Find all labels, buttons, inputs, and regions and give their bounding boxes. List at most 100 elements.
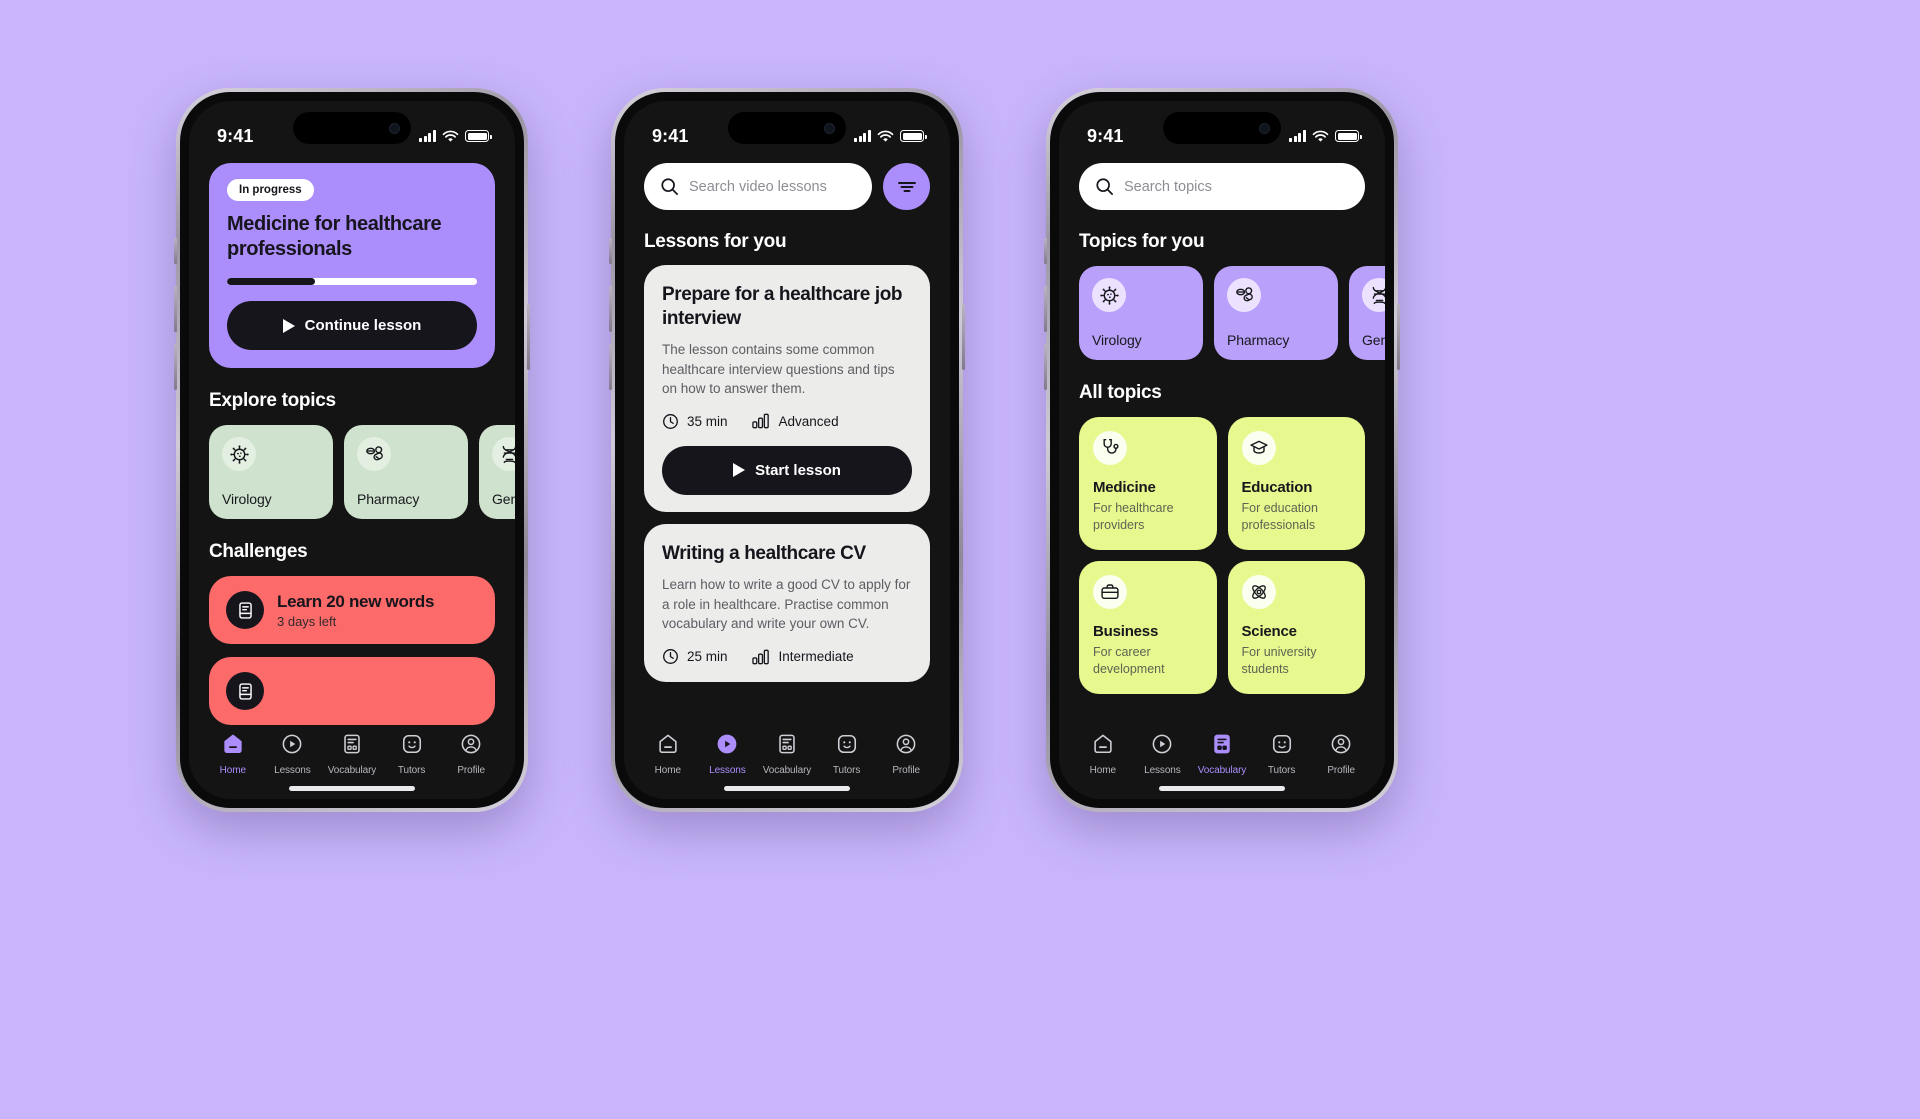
tab-label: Vocabulary bbox=[762, 765, 812, 776]
tab-label: Tutors bbox=[832, 765, 861, 776]
topics-carousel[interactable]: Virology Pharmacy Genetics bbox=[209, 425, 515, 520]
topic-chip-genetics[interactable]: Genetics bbox=[1349, 266, 1385, 360]
continue-lesson-button[interactable]: Continue lesson bbox=[227, 301, 477, 351]
tab-vocabulary[interactable]: Vocabulary bbox=[1192, 733, 1252, 776]
battery-icon bbox=[900, 130, 927, 142]
tab-vocabulary[interactable]: Vocabulary bbox=[322, 733, 382, 776]
home-indicator bbox=[1159, 786, 1285, 791]
clock-icon bbox=[663, 649, 678, 664]
phone-mockup-lessons: 9:41 Search video lessons Lessons for yo… bbox=[609, 88, 965, 812]
topic-card-business[interactable]: Business For career development bbox=[1079, 560, 1217, 694]
tab-label: Tutors bbox=[1267, 765, 1296, 776]
lesson-card[interactable]: Prepare for a healthcare job interview T… bbox=[644, 265, 930, 512]
home-content: In progress Medicine for healthcare prof… bbox=[189, 163, 515, 799]
topic-chip-pharmacy[interactable]: Pharmacy bbox=[1214, 266, 1338, 360]
topic-chip-pharmacy[interactable]: Pharmacy bbox=[344, 425, 468, 520]
topic-card-title: Business bbox=[1093, 622, 1159, 640]
topic-label: Pharmacy bbox=[1227, 332, 1290, 348]
tab-profile[interactable]: Profile bbox=[876, 733, 936, 776]
tab-profile[interactable]: Profile bbox=[441, 733, 501, 776]
smiley-face-icon bbox=[401, 733, 423, 760]
topic-card-subtitle: For healthcare providers bbox=[1093, 501, 1174, 532]
tab-label: Vocabulary bbox=[327, 765, 377, 776]
filter-button[interactable] bbox=[883, 163, 930, 210]
search-placeholder: Search video lessons bbox=[689, 178, 827, 195]
front-camera-icon bbox=[1259, 122, 1270, 134]
play-circle-icon bbox=[1151, 733, 1173, 760]
home-indicator bbox=[724, 786, 850, 791]
topic-chip-virology[interactable]: Virology bbox=[209, 425, 333, 520]
lesson-duration-text: 25 min bbox=[687, 649, 728, 665]
topics-for-you-heading: Topics for you bbox=[1079, 231, 1205, 252]
lesson-title: Writing a healthcare CV bbox=[662, 542, 866, 564]
challenge-card[interactable]: Learn 20 new words 3 days left bbox=[209, 576, 495, 645]
tab-label: Profile bbox=[1327, 765, 1355, 776]
tab-lessons[interactable]: Lessons bbox=[1133, 733, 1193, 776]
search-input[interactable]: Search topics bbox=[1079, 163, 1365, 210]
challenge-title: Learn 20 new words bbox=[277, 591, 435, 611]
wifi-icon bbox=[1312, 130, 1329, 142]
topic-label: Genetics bbox=[1362, 332, 1385, 348]
cellular-bars-icon bbox=[854, 130, 871, 142]
topic-card-subtitle: For university students bbox=[1241, 644, 1317, 676]
tab-home[interactable]: Home bbox=[1073, 733, 1133, 776]
topic-label: Pharmacy bbox=[357, 491, 420, 508]
phone-bezel: 9:41 In progress Medicine for healthcare… bbox=[180, 92, 524, 808]
clock-icon bbox=[663, 413, 678, 429]
lesson-description: Learn how to write a good CV to apply fo… bbox=[662, 577, 911, 632]
dynamic-island bbox=[293, 112, 411, 144]
topic-card-education[interactable]: Education For education professionals bbox=[1227, 417, 1365, 550]
challenge-card[interactable] bbox=[209, 657, 495, 726]
briefcase-icon bbox=[1093, 574, 1127, 609]
tab-label: Lessons bbox=[709, 765, 746, 776]
virus-icon bbox=[1092, 278, 1126, 312]
tab-tutors[interactable]: Tutors bbox=[1252, 733, 1312, 776]
topics-carousel[interactable]: Virology Pharmacy Genetics bbox=[1079, 266, 1385, 360]
tab-profile[interactable]: Profile bbox=[1311, 733, 1371, 776]
phone-screen: 9:41 In progress Medicine for healthcare… bbox=[189, 101, 515, 799]
search-icon bbox=[661, 178, 678, 195]
start-lesson-label: Start lesson bbox=[755, 461, 841, 479]
lesson-meta: 35 min Advanced bbox=[662, 413, 912, 430]
topic-card-subtitle: For education professionals bbox=[1241, 501, 1318, 532]
tab-tutors[interactable]: Tutors bbox=[817, 733, 877, 776]
topic-label: Virology bbox=[222, 491, 272, 508]
start-lesson-button[interactable]: Start lesson bbox=[662, 445, 912, 495]
search-icon bbox=[1096, 178, 1113, 195]
lesson-level: Intermediate bbox=[751, 649, 854, 665]
battery-icon bbox=[1335, 130, 1362, 142]
tab-lessons[interactable]: Lessons bbox=[263, 733, 323, 776]
current-lesson-card[interactable]: In progress Medicine for healthcare prof… bbox=[209, 163, 495, 369]
smiley-face-icon bbox=[1271, 733, 1293, 760]
front-camera-icon bbox=[389, 122, 400, 134]
tab-tutors[interactable]: Tutors bbox=[382, 733, 442, 776]
tab-label: Home bbox=[219, 765, 246, 776]
lesson-description: The lesson contains some common healthca… bbox=[662, 342, 895, 397]
home-icon bbox=[222, 733, 244, 760]
play-icon bbox=[282, 318, 295, 333]
pills-icon bbox=[357, 437, 391, 472]
topic-card-science[interactable]: Science For university students bbox=[1227, 560, 1365, 694]
continue-lesson-label: Continue lesson bbox=[304, 317, 422, 335]
lesson-level: Advanced bbox=[751, 413, 839, 429]
topic-card-medicine[interactable]: Medicine For healthcare providers bbox=[1079, 417, 1217, 550]
vocabulary-book-icon bbox=[341, 733, 363, 760]
tab-home[interactable]: Home bbox=[203, 733, 263, 776]
topic-chip-virology[interactable]: Virology bbox=[1079, 266, 1203, 360]
vocabulary-content: Search topics Topics for you Virology Pha… bbox=[1059, 163, 1385, 799]
phone-bezel: 9:41 Search topics Topics for you Virolo… bbox=[1050, 92, 1394, 808]
topic-chip-genetics[interactable]: Genetics bbox=[479, 425, 515, 520]
cellular-bars-icon bbox=[1289, 130, 1306, 142]
lesson-level-text: Intermediate bbox=[778, 649, 854, 665]
status-bar: 9:41 bbox=[624, 101, 950, 157]
lesson-card[interactable]: Writing a healthcare CV Learn how to wri… bbox=[644, 523, 930, 683]
topic-card-title: Education bbox=[1241, 479, 1313, 496]
flashcard-icon bbox=[226, 672, 264, 711]
flashcard-icon bbox=[226, 591, 264, 630]
search-input[interactable]: Search video lessons bbox=[644, 163, 872, 210]
tab-home[interactable]: Home bbox=[638, 733, 698, 776]
tab-vocabulary[interactable]: Vocabulary bbox=[757, 733, 817, 776]
tab-lessons[interactable]: Lessons bbox=[698, 733, 758, 776]
level-bars-icon bbox=[751, 413, 769, 429]
pills-icon bbox=[1227, 278, 1261, 312]
